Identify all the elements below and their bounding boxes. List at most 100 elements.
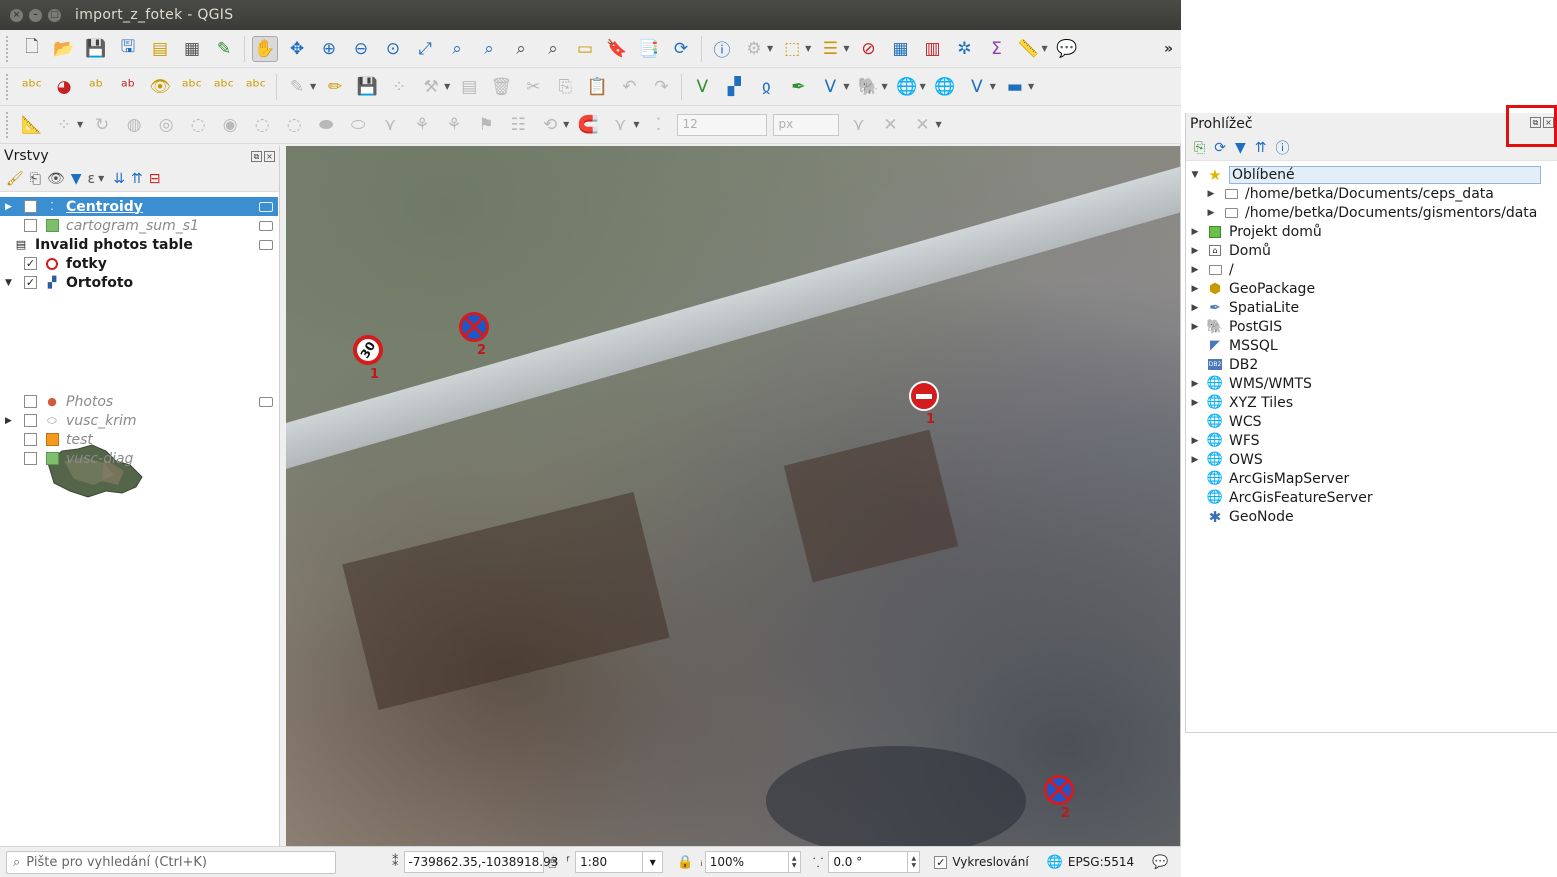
expand-arrow-icon[interactable]: ▶ [1189,398,1201,408]
open-project-icon[interactable]: 📂 [51,36,77,62]
copy-features-icon[interactable]: ⎘ [552,74,578,100]
layout-manager-icon[interactable]: ▦ [179,36,205,62]
fill-ring-icon[interactable]: ◉ [217,112,243,138]
layer-item-photos[interactable]: ● Photos [0,392,278,411]
expand-arrow-icon[interactable]: ▶ [1189,436,1201,446]
close-panel-icon[interactable]: × [1543,117,1554,128]
add-wfs-icon[interactable]: 🌐 [932,74,958,100]
zoom-full-icon[interactable]: ⤢ [412,36,438,62]
new-vector-layer-icon[interactable]: V [689,74,715,100]
delete-part-icon[interactable]: ◌ [281,112,307,138]
expand-arrow-icon[interactable]: ▶ [5,416,15,426]
snap-intersection-icon[interactable]: ✕ [909,112,935,138]
more-tools-icon[interactable]: » [1164,41,1173,57]
refresh-icon[interactable]: ⟳ [1214,140,1226,156]
add-delimited-text-icon[interactable]: ჲ [753,74,779,100]
browser-item[interactable]: ▶ 🌐 OWS [1185,450,1557,469]
properties-info-icon[interactable]: ⓘ [1275,138,1289,158]
layer-visibility-checkbox[interactable]: ✓ [24,257,37,270]
browser-item[interactable]: 🌐 WCS [1185,412,1557,431]
add-postgis-icon[interactable]: 🐘 [855,74,881,100]
layer-visibility-checkbox[interactable] [24,414,37,427]
rotate-label-icon[interactable]: ᵃᵇᶜ [211,74,237,100]
zoom-to-layer-icon[interactable]: ⌕ [476,36,502,62]
layer-indicator-icon[interactable] [259,201,273,212]
snap-tolerance-input[interactable]: 12 [677,113,768,136]
layer-item-ortofoto[interactable]: ▼ ✓ ▞ Ortofoto [0,273,278,292]
save-as-icon[interactable]: 🖫 [115,36,141,62]
pin-labels-icon[interactable]: ᵃᵇ [83,74,109,100]
expand-all-icon[interactable]: ⇊ [113,171,125,187]
zoom-to-selection-icon[interactable]: ⌕ [444,36,470,62]
new-bookmark-icon[interactable]: 🔖 [604,36,630,62]
browser-item[interactable]: ▶ / [1185,260,1557,279]
style-manager-icon[interactable]: ✎ [211,36,237,62]
render-checkbox[interactable]: ✓ [934,855,948,869]
expand-arrow-icon[interactable]: ▶ [1189,265,1201,275]
add-ring-icon[interactable]: ◎ [153,112,179,138]
browser-item[interactable]: ▶ /home/betka/Documents/gismentors/data [1185,203,1557,222]
layer-item-test[interactable]: test [0,430,278,449]
layer-item-cartogram[interactable]: cartogram_sum_s1 [0,216,278,235]
filter-legend-icon[interactable]: ▼ [71,171,82,187]
collapse-arrow-icon[interactable]: ▼ [1189,170,1201,180]
lock-scale-icon[interactable]: 🔒 [677,855,693,870]
expand-arrow-icon[interactable]: ▶ [1205,208,1217,218]
browser-item[interactable]: 🌐 ArcGisMapServer [1185,469,1557,488]
snapping-vertex-icon[interactable]: ⁚ [645,112,671,138]
browser-item[interactable]: ▼ ★ Oblíbené [1185,165,1557,184]
select-by-value-icon[interactable]: ☰ [817,36,843,62]
locator-search-input[interactable]: ⌕ Pište pro vyhledání (Ctrl+K) [6,850,336,874]
layer-item-vusc-diag[interactable]: vusc-diag [0,449,278,468]
pan-to-selection-icon[interactable]: ✥ [284,36,310,62]
collapse-all-icon[interactable]: ⇈ [1255,140,1267,156]
delete-selected-icon[interactable]: 🗑 [488,74,514,100]
new-print-layout-icon[interactable]: ▤ [147,36,173,62]
layer-visibility-checkbox[interactable] [24,200,37,213]
expand-arrow-icon[interactable]: ▶ [1189,246,1201,256]
avoid-intersections-icon[interactable]: ✕ [877,112,903,138]
browser-item[interactable]: ◤ MSSQL [1185,336,1557,355]
layer-visibility-checkbox[interactable]: ✓ [24,276,37,289]
layer-visibility-checkbox[interactable] [24,433,37,446]
trim-extend-icon[interactable]: ⟲ [537,112,563,138]
layer-item-vusc-krim[interactable]: ▶ ⬭ vusc_krim [0,411,278,430]
new-map-view-icon[interactable]: ▭ [572,36,598,62]
browser-item[interactable]: ▶ 🌐 WMS/WMTS [1185,374,1557,393]
toolbar-grip[interactable] [6,111,10,138]
close-window-button[interactable]: × [10,8,23,22]
browser-item[interactable]: DB2 DB2 [1185,355,1557,374]
merge-features-icon[interactable]: ⚘ [441,112,467,138]
vertex-tool-icon[interactable]: ⚒ [418,74,444,100]
zoom-native-icon[interactable]: ⊙ [380,36,406,62]
rotate-feature-icon[interactable]: ↻ [89,112,115,138]
no-entry-sign-icon[interactable] [909,381,939,411]
toolbar-grip[interactable] [6,35,10,62]
delete-ring-icon[interactable]: ◌ [249,112,275,138]
add-part-icon[interactable]: ◌ [185,112,211,138]
browser-item[interactable]: ▶ ⬢ GeoPackage [1185,279,1557,298]
split-parts-icon[interactable]: ⚘ [409,112,435,138]
layer-visibility-checkbox[interactable] [24,395,37,408]
expand-arrow-icon[interactable]: ▶ [1189,455,1201,465]
zoom-out-icon[interactable]: ⊖ [348,36,374,62]
rotate-point-symbols-icon[interactable]: ☷ [505,112,531,138]
scale-combobox[interactable]: 1:80 ▼ [575,851,664,873]
messages-icon[interactable]: 💬 [1152,855,1168,870]
pan-map-icon[interactable]: ✋ [252,35,278,62]
browser-item[interactable]: ▶ ⌂ Domů [1185,241,1557,260]
add-group-icon[interactable]: ⎗ [30,171,41,187]
processing-toolbox-icon[interactable]: ✲ [951,36,977,62]
cut-features-icon[interactable]: ✂ [520,74,546,100]
no-parking-sign-icon[interactable] [1044,775,1074,805]
layer-item-fotky[interactable]: ✓ fotky [0,254,278,273]
expand-arrow-icon[interactable]: ▶ [5,202,15,212]
layer-indicator-icon[interactable] [259,220,273,231]
magnifier-spinbox[interactable]: 100% ▲ ▼ [704,851,801,873]
move-label-icon[interactable]: ᵃᵇᶜ [179,74,205,100]
layer-visibility-checkbox[interactable] [24,452,37,465]
snapping-type-icon[interactable]: ⋎ [607,112,633,138]
select-features-icon[interactable]: ⬚ [779,36,805,62]
collapse-arrow-icon[interactable]: ▼ [5,278,15,288]
layer-visibility-checkbox[interactable] [24,219,37,232]
